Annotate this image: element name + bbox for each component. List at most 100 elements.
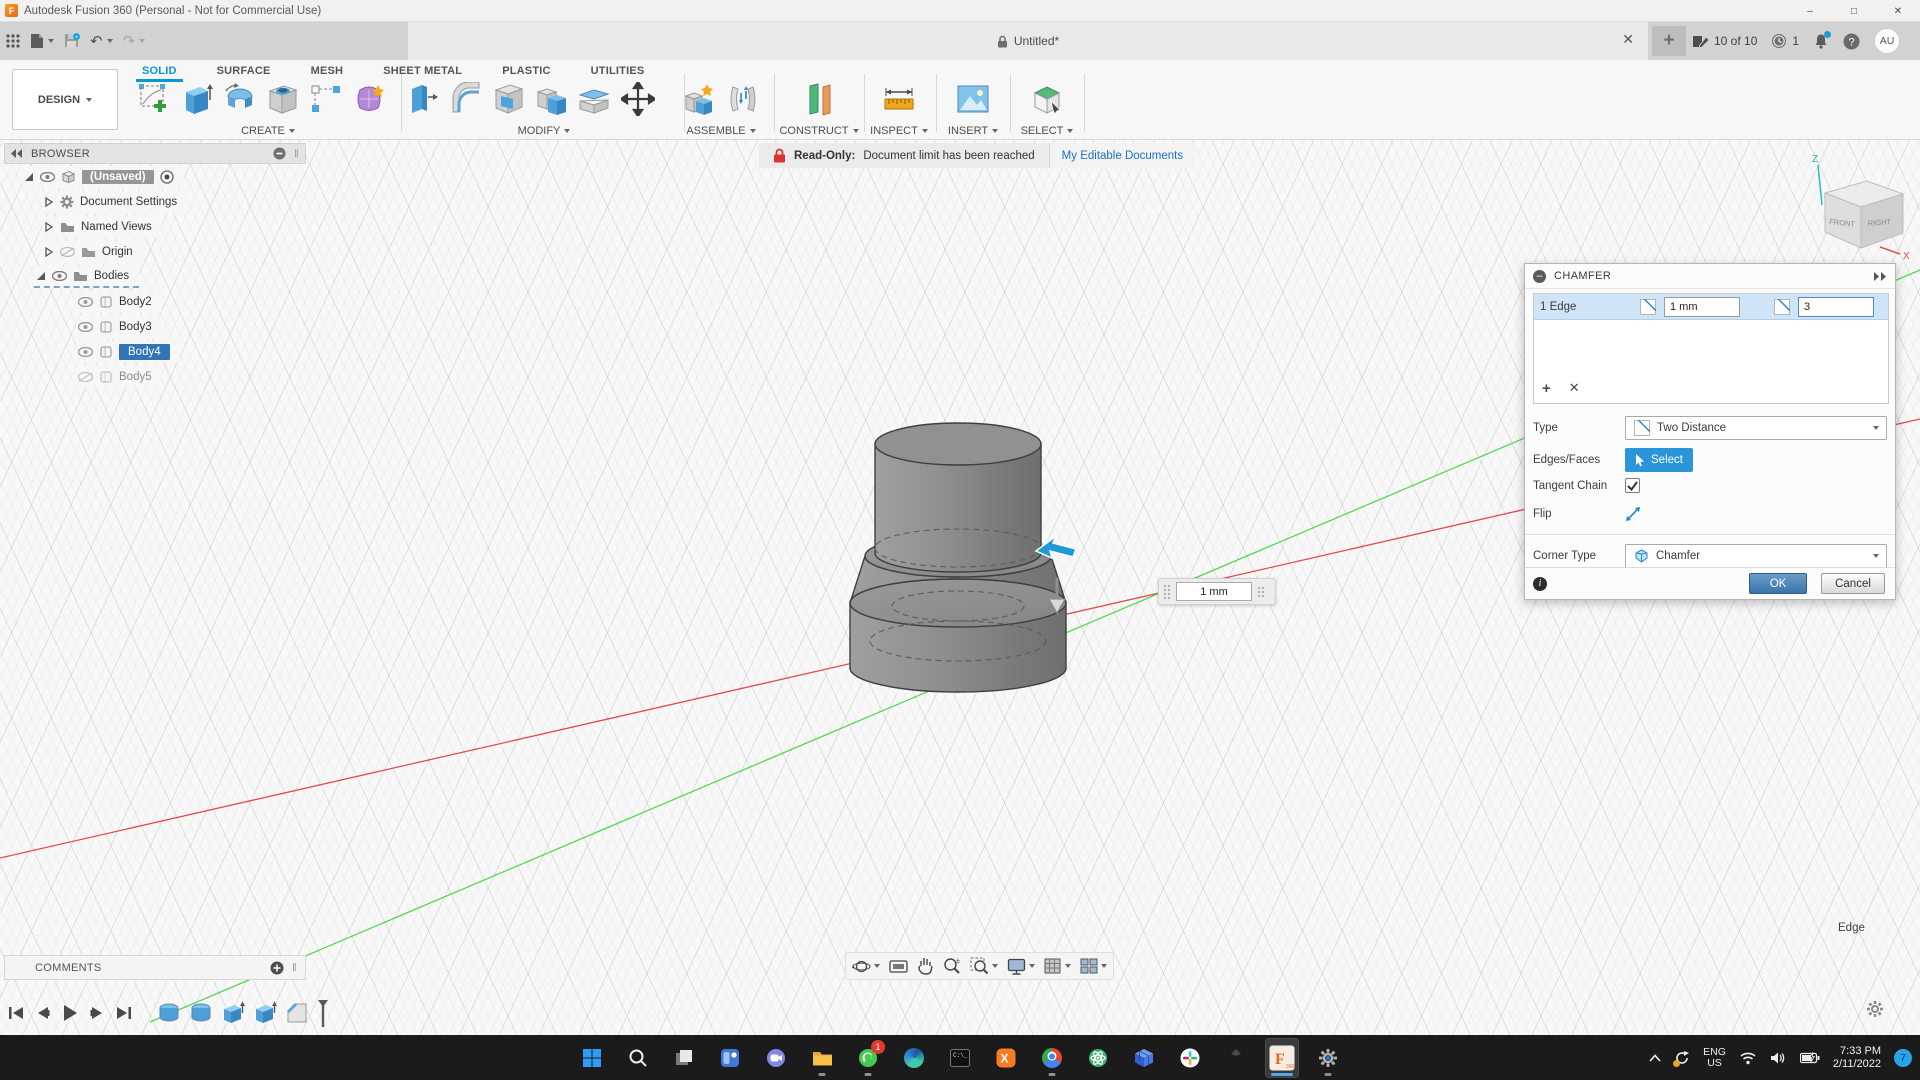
terminal-button[interactable]: C:\_ xyxy=(943,1038,977,1078)
info-icon[interactable]: i xyxy=(1533,576,1547,591)
edge-set-row[interactable]: 1 Edge xyxy=(1534,294,1888,320)
whatsapp-button[interactable]: 1 xyxy=(851,1038,885,1078)
cube-app-button[interactable] xyxy=(1127,1038,1161,1078)
inkscape-button[interactable] xyxy=(1219,1038,1253,1078)
atom-button[interactable] xyxy=(1081,1038,1115,1078)
help-button[interactable]: ? xyxy=(1843,33,1860,50)
group-label-modify[interactable]: MODIFY xyxy=(406,125,682,137)
select-tool-icon[interactable] xyxy=(1030,80,1064,118)
group-label-insert[interactable]: INSERT xyxy=(938,125,1008,137)
collapsed-arrow-icon[interactable] xyxy=(44,247,54,257)
search-button[interactable] xyxy=(621,1038,655,1078)
split-body-icon[interactable] xyxy=(578,80,612,118)
drag-grip-icon[interactable] xyxy=(1164,584,1170,599)
press-pull-icon[interactable] xyxy=(406,80,440,118)
construction-plane-icon[interactable] xyxy=(802,80,836,118)
browser-item-bodies[interactable]: Bodies xyxy=(4,265,306,289)
minimize-button[interactable]: – xyxy=(1788,0,1832,22)
slack-button[interactable] xyxy=(1173,1038,1207,1078)
pan-icon[interactable] xyxy=(917,957,934,975)
job-status[interactable]: 1 xyxy=(1771,33,1799,49)
workspace-selector[interactable]: DESIGN xyxy=(12,69,118,130)
timeline-feature-cylinder2[interactable] xyxy=(188,1001,213,1025)
visibility-eye-icon[interactable] xyxy=(52,271,67,281)
panel-grip[interactable]: ‖ xyxy=(294,148,299,160)
xampp-button[interactable]: X xyxy=(989,1038,1023,1078)
timeline-feature-chamfer[interactable] xyxy=(284,1001,309,1025)
file-menu-icon[interactable] xyxy=(30,33,54,49)
remove-edge-set-icon[interactable]: ✕ xyxy=(1569,380,1580,397)
browser-item-origin[interactable]: Origin xyxy=(4,240,306,264)
viewports-icon[interactable] xyxy=(1080,958,1107,974)
browser-item-named-views[interactable]: Named Views xyxy=(4,215,306,239)
dock-dialog-icon[interactable] xyxy=(1873,271,1887,281)
orbit-icon[interactable] xyxy=(852,957,880,976)
visibility-eye-icon[interactable] xyxy=(40,172,55,182)
document-counter[interactable]: 10 of 10 xyxy=(1692,34,1757,49)
timeline-feature-extrude1[interactable] xyxy=(220,1001,245,1025)
tab-sheet-metal[interactable]: SHEET METAL xyxy=(379,63,466,79)
timeline-feature-cylinder1[interactable] xyxy=(156,1001,181,1025)
shell-icon[interactable] xyxy=(492,80,526,118)
fillet-icon[interactable] xyxy=(449,80,483,118)
extrude-icon[interactable] xyxy=(180,80,214,118)
corner-type-dropdown[interactable]: Chamfer xyxy=(1625,544,1887,568)
select-edges-button[interactable]: Select xyxy=(1625,448,1693,472)
options-dots-icon[interactable] xyxy=(1258,586,1264,597)
sync-icon[interactable] xyxy=(1673,1050,1690,1067)
file-explorer-button[interactable] xyxy=(805,1038,839,1078)
visibility-off-eye-icon[interactable] xyxy=(78,372,93,382)
look-at-icon[interactable] xyxy=(889,958,908,974)
fusion360-taskbar-button[interactable]: F 360 xyxy=(1265,1037,1299,1078)
document-tab[interactable]: Untitled* ✕ xyxy=(408,22,1648,60)
browser-item-body3[interactable]: Body3 xyxy=(4,315,306,339)
distance1-input[interactable] xyxy=(1664,296,1740,317)
browser-item-document-settings[interactable]: Document Settings xyxy=(4,190,306,214)
save-icon[interactable]: + xyxy=(64,33,80,49)
flip-button[interactable] xyxy=(1625,506,1641,522)
notification-count-badge[interactable]: 7 xyxy=(1894,1048,1912,1067)
timeline-step-back-button[interactable] xyxy=(33,1003,53,1023)
close-button[interactable]: ✕ xyxy=(1876,0,1920,22)
wifi-icon[interactable] xyxy=(1739,1051,1757,1065)
visibility-eye-icon[interactable] xyxy=(78,347,93,357)
group-label-create[interactable]: CREATE xyxy=(137,125,399,137)
browser-options-icon[interactable] xyxy=(273,147,286,160)
collapse-panel-icon[interactable] xyxy=(11,149,23,158)
volume-icon[interactable] xyxy=(1770,1051,1787,1065)
tab-plastic[interactable]: PLASTIC xyxy=(498,63,554,79)
visibility-eye-icon[interactable] xyxy=(78,322,93,332)
timeline-playhead[interactable] xyxy=(316,998,330,1028)
insert-image-icon[interactable] xyxy=(956,80,990,118)
visibility-eye-icon[interactable] xyxy=(78,297,93,307)
timeline-step-forward-button[interactable] xyxy=(87,1003,107,1023)
browser-item-body2[interactable]: Body2 xyxy=(4,290,306,314)
collapsed-arrow-icon[interactable] xyxy=(44,197,54,207)
tab-solid[interactable]: SOLID xyxy=(136,63,183,82)
browser-item-root[interactable]: (Unsaved) xyxy=(4,165,306,189)
tangent-chain-checkbox[interactable] xyxy=(1625,478,1640,493)
grid-settings-icon[interactable] xyxy=(1044,958,1071,975)
tab-utilities[interactable]: UTILITIES xyxy=(587,63,649,79)
browser-item-body4-selected[interactable]: Body4 xyxy=(4,340,306,364)
timeline-play-button[interactable] xyxy=(60,1003,80,1023)
group-label-assemble[interactable]: ASSEMBLE xyxy=(670,125,772,137)
dimension-input[interactable] xyxy=(1176,582,1252,601)
timeline-feature-extrude2[interactable] xyxy=(252,1001,277,1025)
activate-radio-icon[interactable] xyxy=(159,170,174,184)
zoom-window-icon[interactable] xyxy=(970,957,998,975)
panel-grip[interactable]: ‖ xyxy=(292,962,297,974)
preferences-gear-icon[interactable] xyxy=(1866,1000,1884,1018)
browser-item-body5[interactable]: Body5 xyxy=(4,365,306,389)
battery-icon[interactable] xyxy=(1799,1051,1820,1064)
language-indicator[interactable]: ENG US xyxy=(1703,1046,1726,1069)
timeline-go-end-button[interactable] xyxy=(114,1003,134,1023)
distance2-input[interactable] xyxy=(1798,296,1874,317)
display-settings-icon[interactable] xyxy=(1007,958,1035,975)
collapsed-arrow-icon[interactable] xyxy=(44,222,54,232)
undo-icon[interactable]: ↶ xyxy=(90,32,113,50)
user-avatar[interactable]: AU xyxy=(1874,28,1901,54)
new-component-icon[interactable] xyxy=(683,80,717,118)
expanded-arrow-icon[interactable] xyxy=(36,271,46,281)
clock-datetime[interactable]: 7:33 PM 2/11/2022 xyxy=(1833,1045,1881,1071)
